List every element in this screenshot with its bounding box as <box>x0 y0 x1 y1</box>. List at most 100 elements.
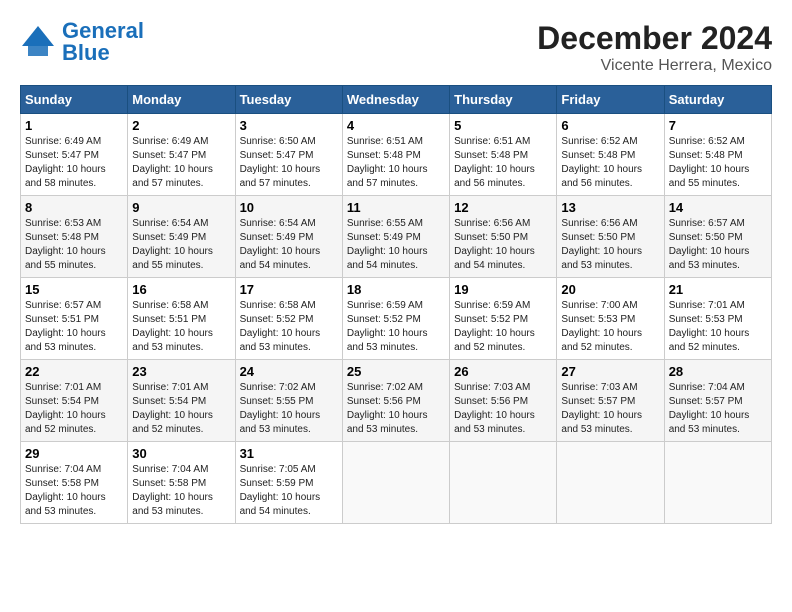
day-info: Sunrise: 6:50 AM Sunset: 5:47 PM Dayligh… <box>240 135 338 191</box>
week-row-2: 8 Sunrise: 6:53 AM Sunset: 5:48 PM Dayli… <box>21 196 772 278</box>
week-row-5: 29 Sunrise: 7:04 AM Sunset: 5:58 PM Dayl… <box>21 442 772 524</box>
day-number: 4 <box>347 118 445 133</box>
day-info: Sunrise: 7:01 AM Sunset: 5:54 PM Dayligh… <box>25 381 123 437</box>
day-info: Sunrise: 7:03 AM Sunset: 5:57 PM Dayligh… <box>561 381 659 437</box>
calendar-cell: 7 Sunrise: 6:52 AM Sunset: 5:48 PM Dayli… <box>664 114 771 196</box>
calendar-cell <box>557 442 664 524</box>
logo: GeneralBlue <box>20 20 144 64</box>
day-info: Sunrise: 6:51 AM Sunset: 5:48 PM Dayligh… <box>347 135 445 191</box>
calendar-cell: 22 Sunrise: 7:01 AM Sunset: 5:54 PM Dayl… <box>21 360 128 442</box>
day-number: 29 <box>25 446 123 461</box>
day-info: Sunrise: 7:02 AM Sunset: 5:55 PM Dayligh… <box>240 381 338 437</box>
day-number: 26 <box>454 364 552 379</box>
day-info: Sunrise: 6:57 AM Sunset: 5:51 PM Dayligh… <box>25 299 123 355</box>
calendar-cell: 21 Sunrise: 7:01 AM Sunset: 5:53 PM Dayl… <box>664 278 771 360</box>
logo-text: GeneralBlue <box>62 20 144 64</box>
day-number: 24 <box>240 364 338 379</box>
day-info: Sunrise: 6:52 AM Sunset: 5:48 PM Dayligh… <box>561 135 659 191</box>
calendar-cell: 10 Sunrise: 6:54 AM Sunset: 5:49 PM Dayl… <box>235 196 342 278</box>
day-number: 11 <box>347 200 445 215</box>
day-info: Sunrise: 7:01 AM Sunset: 5:54 PM Dayligh… <box>132 381 230 437</box>
calendar-cell: 13 Sunrise: 6:56 AM Sunset: 5:50 PM Dayl… <box>557 196 664 278</box>
day-number: 18 <box>347 282 445 297</box>
calendar-cell: 19 Sunrise: 6:59 AM Sunset: 5:52 PM Dayl… <box>450 278 557 360</box>
day-info: Sunrise: 6:49 AM Sunset: 5:47 PM Dayligh… <box>25 135 123 191</box>
day-number: 15 <box>25 282 123 297</box>
calendar-cell: 15 Sunrise: 6:57 AM Sunset: 5:51 PM Dayl… <box>21 278 128 360</box>
calendar-cell: 11 Sunrise: 6:55 AM Sunset: 5:49 PM Dayl… <box>342 196 449 278</box>
calendar-cell: 1 Sunrise: 6:49 AM Sunset: 5:47 PM Dayli… <box>21 114 128 196</box>
header-sunday: Sunday <box>21 86 128 114</box>
day-number: 31 <box>240 446 338 461</box>
header-wednesday: Wednesday <box>342 86 449 114</box>
calendar-cell: 25 Sunrise: 7:02 AM Sunset: 5:56 PM Dayl… <box>342 360 449 442</box>
day-number: 17 <box>240 282 338 297</box>
calendar-cell: 29 Sunrise: 7:04 AM Sunset: 5:58 PM Dayl… <box>21 442 128 524</box>
day-info: Sunrise: 6:52 AM Sunset: 5:48 PM Dayligh… <box>669 135 767 191</box>
calendar-cell: 9 Sunrise: 6:54 AM Sunset: 5:49 PM Dayli… <box>128 196 235 278</box>
calendar-cell: 20 Sunrise: 7:00 AM Sunset: 5:53 PM Dayl… <box>557 278 664 360</box>
calendar-cell: 14 Sunrise: 6:57 AM Sunset: 5:50 PM Dayl… <box>664 196 771 278</box>
day-info: Sunrise: 6:49 AM Sunset: 5:47 PM Dayligh… <box>132 135 230 191</box>
day-info: Sunrise: 6:59 AM Sunset: 5:52 PM Dayligh… <box>347 299 445 355</box>
day-number: 28 <box>669 364 767 379</box>
day-info: Sunrise: 7:04 AM Sunset: 5:57 PM Dayligh… <box>669 381 767 437</box>
day-info: Sunrise: 6:51 AM Sunset: 5:48 PM Dayligh… <box>454 135 552 191</box>
day-info: Sunrise: 7:04 AM Sunset: 5:58 PM Dayligh… <box>25 463 123 519</box>
page-header: GeneralBlue December 2024 Vicente Herrer… <box>20 20 772 75</box>
calendar-cell: 23 Sunrise: 7:01 AM Sunset: 5:54 PM Dayl… <box>128 360 235 442</box>
week-row-3: 15 Sunrise: 6:57 AM Sunset: 5:51 PM Dayl… <box>21 278 772 360</box>
calendar-cell: 26 Sunrise: 7:03 AM Sunset: 5:56 PM Dayl… <box>450 360 557 442</box>
calendar-cell: 31 Sunrise: 7:05 AM Sunset: 5:59 PM Dayl… <box>235 442 342 524</box>
day-info: Sunrise: 6:53 AM Sunset: 5:48 PM Dayligh… <box>25 217 123 273</box>
day-number: 19 <box>454 282 552 297</box>
day-info: Sunrise: 7:02 AM Sunset: 5:56 PM Dayligh… <box>347 381 445 437</box>
day-number: 12 <box>454 200 552 215</box>
day-info: Sunrise: 7:01 AM Sunset: 5:53 PM Dayligh… <box>669 299 767 355</box>
calendar-cell: 6 Sunrise: 6:52 AM Sunset: 5:48 PM Dayli… <box>557 114 664 196</box>
header-thursday: Thursday <box>450 86 557 114</box>
calendar-table: SundayMondayTuesdayWednesdayThursdayFrid… <box>20 85 772 524</box>
day-info: Sunrise: 6:59 AM Sunset: 5:52 PM Dayligh… <box>454 299 552 355</box>
week-row-1: 1 Sunrise: 6:49 AM Sunset: 5:47 PM Dayli… <box>21 114 772 196</box>
calendar-cell: 27 Sunrise: 7:03 AM Sunset: 5:57 PM Dayl… <box>557 360 664 442</box>
day-number: 27 <box>561 364 659 379</box>
calendar-cell: 24 Sunrise: 7:02 AM Sunset: 5:55 PM Dayl… <box>235 360 342 442</box>
calendar-cell: 12 Sunrise: 6:56 AM Sunset: 5:50 PM Dayl… <box>450 196 557 278</box>
day-info: Sunrise: 6:58 AM Sunset: 5:51 PM Dayligh… <box>132 299 230 355</box>
calendar-cell: 4 Sunrise: 6:51 AM Sunset: 5:48 PM Dayli… <box>342 114 449 196</box>
day-info: Sunrise: 6:57 AM Sunset: 5:50 PM Dayligh… <box>669 217 767 273</box>
calendar-cell <box>450 442 557 524</box>
day-info: Sunrise: 7:04 AM Sunset: 5:58 PM Dayligh… <box>132 463 230 519</box>
calendar-cell: 3 Sunrise: 6:50 AM Sunset: 5:47 PM Dayli… <box>235 114 342 196</box>
calendar-cell: 18 Sunrise: 6:59 AM Sunset: 5:52 PM Dayl… <box>342 278 449 360</box>
day-number: 13 <box>561 200 659 215</box>
title-block: December 2024 Vicente Herrera, Mexico <box>537 20 772 75</box>
calendar-cell: 17 Sunrise: 6:58 AM Sunset: 5:52 PM Dayl… <box>235 278 342 360</box>
day-number: 21 <box>669 282 767 297</box>
calendar-cell: 8 Sunrise: 6:53 AM Sunset: 5:48 PM Dayli… <box>21 196 128 278</box>
calendar-cell: 28 Sunrise: 7:04 AM Sunset: 5:57 PM Dayl… <box>664 360 771 442</box>
day-number: 23 <box>132 364 230 379</box>
header-saturday: Saturday <box>664 86 771 114</box>
day-number: 9 <box>132 200 230 215</box>
calendar-cell: 16 Sunrise: 6:58 AM Sunset: 5:51 PM Dayl… <box>128 278 235 360</box>
header-monday: Monday <box>128 86 235 114</box>
day-number: 3 <box>240 118 338 133</box>
calendar-cell: 30 Sunrise: 7:04 AM Sunset: 5:58 PM Dayl… <box>128 442 235 524</box>
day-number: 30 <box>132 446 230 461</box>
day-number: 25 <box>347 364 445 379</box>
day-info: Sunrise: 6:55 AM Sunset: 5:49 PM Dayligh… <box>347 217 445 273</box>
calendar-cell <box>664 442 771 524</box>
calendar-cell: 2 Sunrise: 6:49 AM Sunset: 5:47 PM Dayli… <box>128 114 235 196</box>
day-number: 14 <box>669 200 767 215</box>
day-info: Sunrise: 6:56 AM Sunset: 5:50 PM Dayligh… <box>454 217 552 273</box>
logo-icon <box>20 24 56 60</box>
day-number: 2 <box>132 118 230 133</box>
day-info: Sunrise: 6:54 AM Sunset: 5:49 PM Dayligh… <box>240 217 338 273</box>
day-info: Sunrise: 6:56 AM Sunset: 5:50 PM Dayligh… <box>561 217 659 273</box>
day-info: Sunrise: 7:03 AM Sunset: 5:56 PM Dayligh… <box>454 381 552 437</box>
calendar-header-row: SundayMondayTuesdayWednesdayThursdayFrid… <box>21 86 772 114</box>
day-number: 1 <box>25 118 123 133</box>
calendar-subtitle: Vicente Herrera, Mexico <box>537 57 772 75</box>
